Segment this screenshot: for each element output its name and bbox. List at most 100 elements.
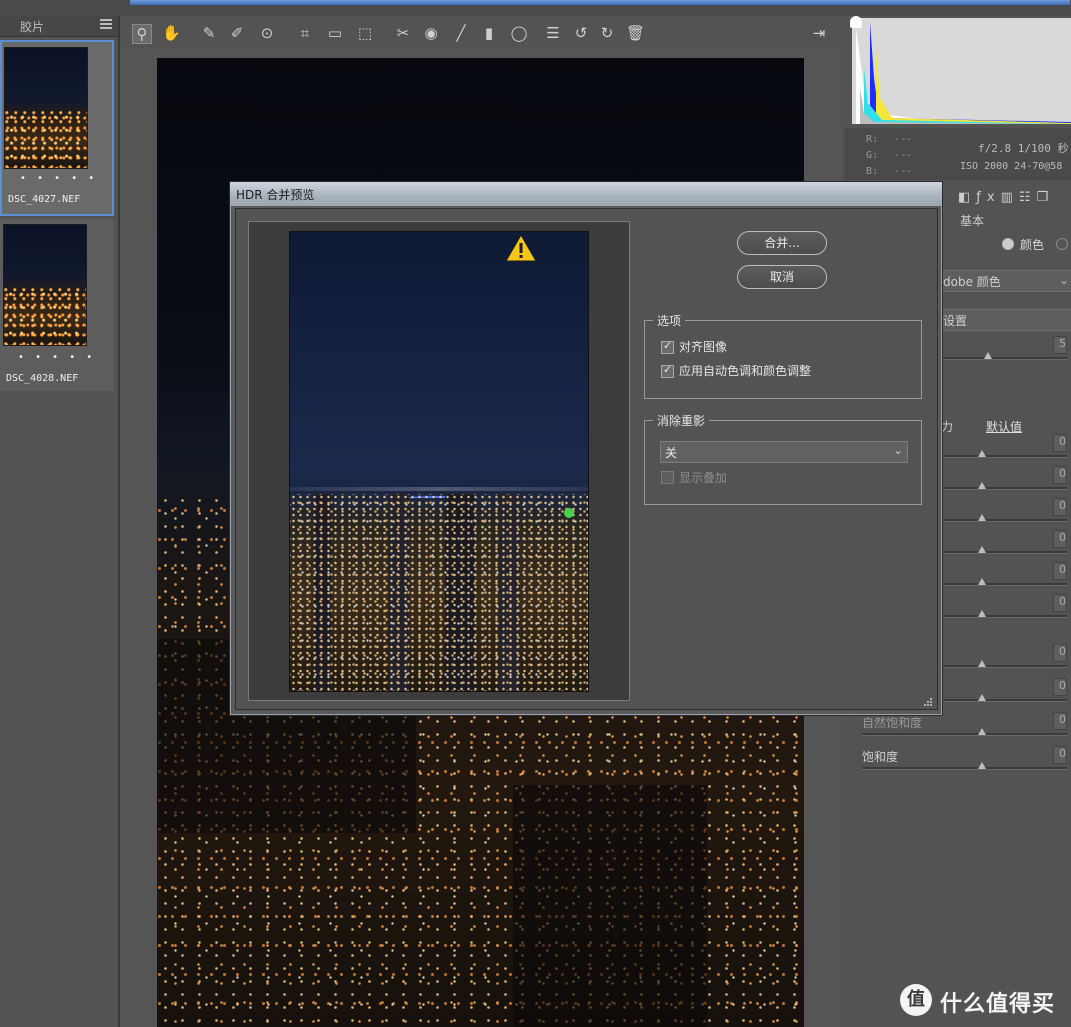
saturation-label: 饱和度 — [862, 750, 899, 764]
dialog-title: HDR 合并预览 — [236, 188, 315, 202]
slider-value[interactable]: 0 — [1053, 466, 1067, 484]
cancel-button[interactable]: 取消 — [737, 265, 827, 289]
options-group-title: 选项 — [653, 312, 686, 329]
fx-icon[interactable]: ƒx — [976, 190, 1000, 205]
bw-radio[interactable] — [1056, 238, 1068, 250]
smzdm-logo: 值 — [900, 984, 932, 1016]
thumbnail-filename: DSC_4028.NEF — [6, 373, 79, 384]
spot-removal-icon[interactable]: ✂ — [394, 24, 412, 42]
radial-filter-icon[interactable]: ◯ — [510, 24, 528, 42]
slider-value[interactable]: 0 — [1053, 746, 1067, 764]
g-label: G: — [866, 150, 879, 161]
dialog-titlebar[interactable]: HDR 合并预览 — [230, 182, 942, 206]
rotate-right-icon[interactable]: ↻ — [598, 24, 616, 42]
deghost-group-title: 消除重影 — [653, 412, 710, 429]
thumbnail-image — [3, 224, 87, 346]
watermark: 值 什么值得买 — [900, 982, 1065, 1018]
aperture-shutter: f/2.8 1/100 秒 — [978, 142, 1069, 155]
camera-calibration-icon[interactable]: ▥ — [1001, 190, 1019, 205]
color-radio[interactable] — [1002, 238, 1014, 250]
iso-lens: ISO 2000 24-70@58 — [960, 161, 1063, 172]
thumbnail-filename: DSC_4027.NEF — [8, 194, 81, 205]
auto-tone-label[interactable]: 应用自动色调和颜色调整 — [679, 362, 811, 379]
slider-value[interactable]: 0 — [1053, 562, 1067, 580]
filmstrip-panel: 胶片 • • • • • DSC_4027.NEF • • • • • DSC_… — [0, 16, 120, 1027]
open-workflow-icon[interactable]: ⇥ — [810, 24, 828, 42]
preferences-icon[interactable]: ☰ — [544, 24, 562, 42]
merge-button[interactable]: 合并... — [737, 231, 827, 255]
adjustment-brush-icon[interactable]: ╱ — [452, 24, 470, 42]
vibrance-label: 自然饱和度 — [862, 716, 923, 730]
filmstrip-menu-icon[interactable] — [100, 19, 112, 29]
deghost-select[interactable]: 关 ⌄ — [660, 441, 908, 463]
slider-value[interactable]: 5 — [1053, 336, 1067, 354]
slider-value[interactable]: 0 — [1053, 498, 1067, 516]
watermark-text: 什么值得买 — [940, 992, 1056, 1017]
presets-icon[interactable]: ☷ — [1019, 190, 1037, 205]
red-eye-icon[interactable]: ◉ — [422, 24, 440, 42]
tool-bar: ⚲ ✋ ✎ ✐ ⊙ ⌗ ▭ ⬚ ✂ ◉ ╱ ▮ ◯ ☰ ↺ ↻ 🗑 ⇥ — [120, 16, 842, 52]
align-images-label[interactable]: 对齐图像 — [679, 338, 727, 355]
show-overlay-checkbox[interactable] — [661, 471, 674, 484]
section-title: 基本 — [960, 214, 985, 228]
slider-value[interactable]: 0 — [1053, 712, 1067, 730]
white-balance-icon[interactable]: ✎ — [200, 24, 218, 42]
profile-value: dobe 颜色 — [943, 275, 1001, 289]
graduated-filter-icon[interactable]: ▮ — [480, 24, 498, 42]
trash-icon[interactable]: 🗑 — [626, 24, 645, 42]
deghost-value: 关 — [665, 446, 678, 460]
histogram — [850, 16, 1071, 124]
warning-icon[interactable] — [505, 234, 537, 262]
snapshots-icon[interactable]: ❐ — [1037, 190, 1055, 205]
hsl-icon[interactable]: ◧ — [958, 190, 976, 205]
g-value: --- — [894, 150, 913, 161]
r-value: --- — [894, 134, 913, 145]
preset-value: 设置 — [943, 314, 968, 328]
hdr-preview-frame — [248, 221, 630, 701]
filmstrip-header: 胶片 — [0, 16, 118, 37]
crop-icon[interactable]: ⌗ — [296, 24, 314, 42]
straighten-icon[interactable]: ▭ — [326, 24, 344, 42]
transform-icon[interactable]: ⬚ — [356, 24, 374, 42]
green-light — [564, 508, 574, 518]
saturation-slider-row[interactable]: 饱和度 0 — [862, 746, 1067, 778]
filmstrip-item-dsc-4027[interactable]: • • • • • DSC_4027.NEF — [0, 40, 114, 216]
b-label: B: — [866, 166, 879, 177]
filmstrip-item-dsc-4028[interactable]: • • • • • DSC_4028.NEF — [0, 219, 114, 391]
rating-dots[interactable]: • • • • • — [18, 352, 96, 363]
hdr-merge-dialog: HDR 合并预览 合并... 取消 选项 对齐图像 应用自动色调和颜色调整 — [229, 181, 943, 716]
target-adjust-icon[interactable]: ⊙ — [258, 24, 276, 42]
b-value: --- — [894, 166, 913, 177]
slider-value[interactable]: 0 — [1053, 530, 1067, 548]
histogram-graph — [856, 22, 1071, 124]
slider-value[interactable]: 0 — [1053, 434, 1067, 452]
hand-icon[interactable]: ✋ — [162, 24, 181, 42]
rotate-left-icon[interactable]: ↺ — [572, 24, 590, 42]
window-top-strip — [0, 0, 1071, 16]
auto-tone-checkbox[interactable] — [661, 363, 674, 378]
r-label: R: — [866, 134, 879, 145]
default-link[interactable]: 默认值 — [986, 418, 1022, 435]
rating-dots[interactable]: • • • • • — [20, 173, 98, 184]
show-overlay-label[interactable]: 显示叠加 — [679, 469, 727, 486]
hdr-preview-image — [289, 231, 589, 692]
slider-value[interactable]: 0 — [1053, 594, 1067, 612]
align-images-checkbox[interactable] — [661, 339, 674, 354]
shadow-clipping-icon[interactable] — [850, 16, 862, 28]
vibrance-slider-row[interactable]: 自然饱和度 0 — [862, 712, 1067, 744]
dialog-body: 合并... 取消 选项 对齐图像 应用自动色调和颜色调整 消除重影 关 ⌄ 显示… — [235, 208, 938, 710]
resize-grip-icon[interactable] — [923, 697, 933, 707]
chevron-down-icon: ⌄ — [1059, 273, 1070, 287]
color-sampler-icon[interactable]: ✐ — [228, 24, 246, 42]
panel-tabs[interactable]: ◧ƒx▥☷❐ — [958, 190, 1068, 206]
profile-select[interactable]: dobe 颜色 ⌄ — [940, 270, 1071, 292]
thumbnail-image — [4, 47, 88, 169]
color-radio-label: 颜色 — [1020, 238, 1045, 252]
slider-value[interactable]: 0 — [1053, 678, 1067, 696]
deghost-group: 消除重影 关 ⌄ 显示叠加 — [644, 412, 922, 505]
preset-select[interactable]: 设置 — [940, 309, 1071, 331]
exif-info: R: --- G: --- B: --- f/2.8 1/100 秒 ISO 2… — [844, 128, 1071, 180]
filmstrip-title: 胶片 — [20, 20, 45, 34]
slider-value[interactable]: 0 — [1053, 644, 1067, 662]
zoom-icon[interactable]: ⚲ — [132, 24, 152, 44]
